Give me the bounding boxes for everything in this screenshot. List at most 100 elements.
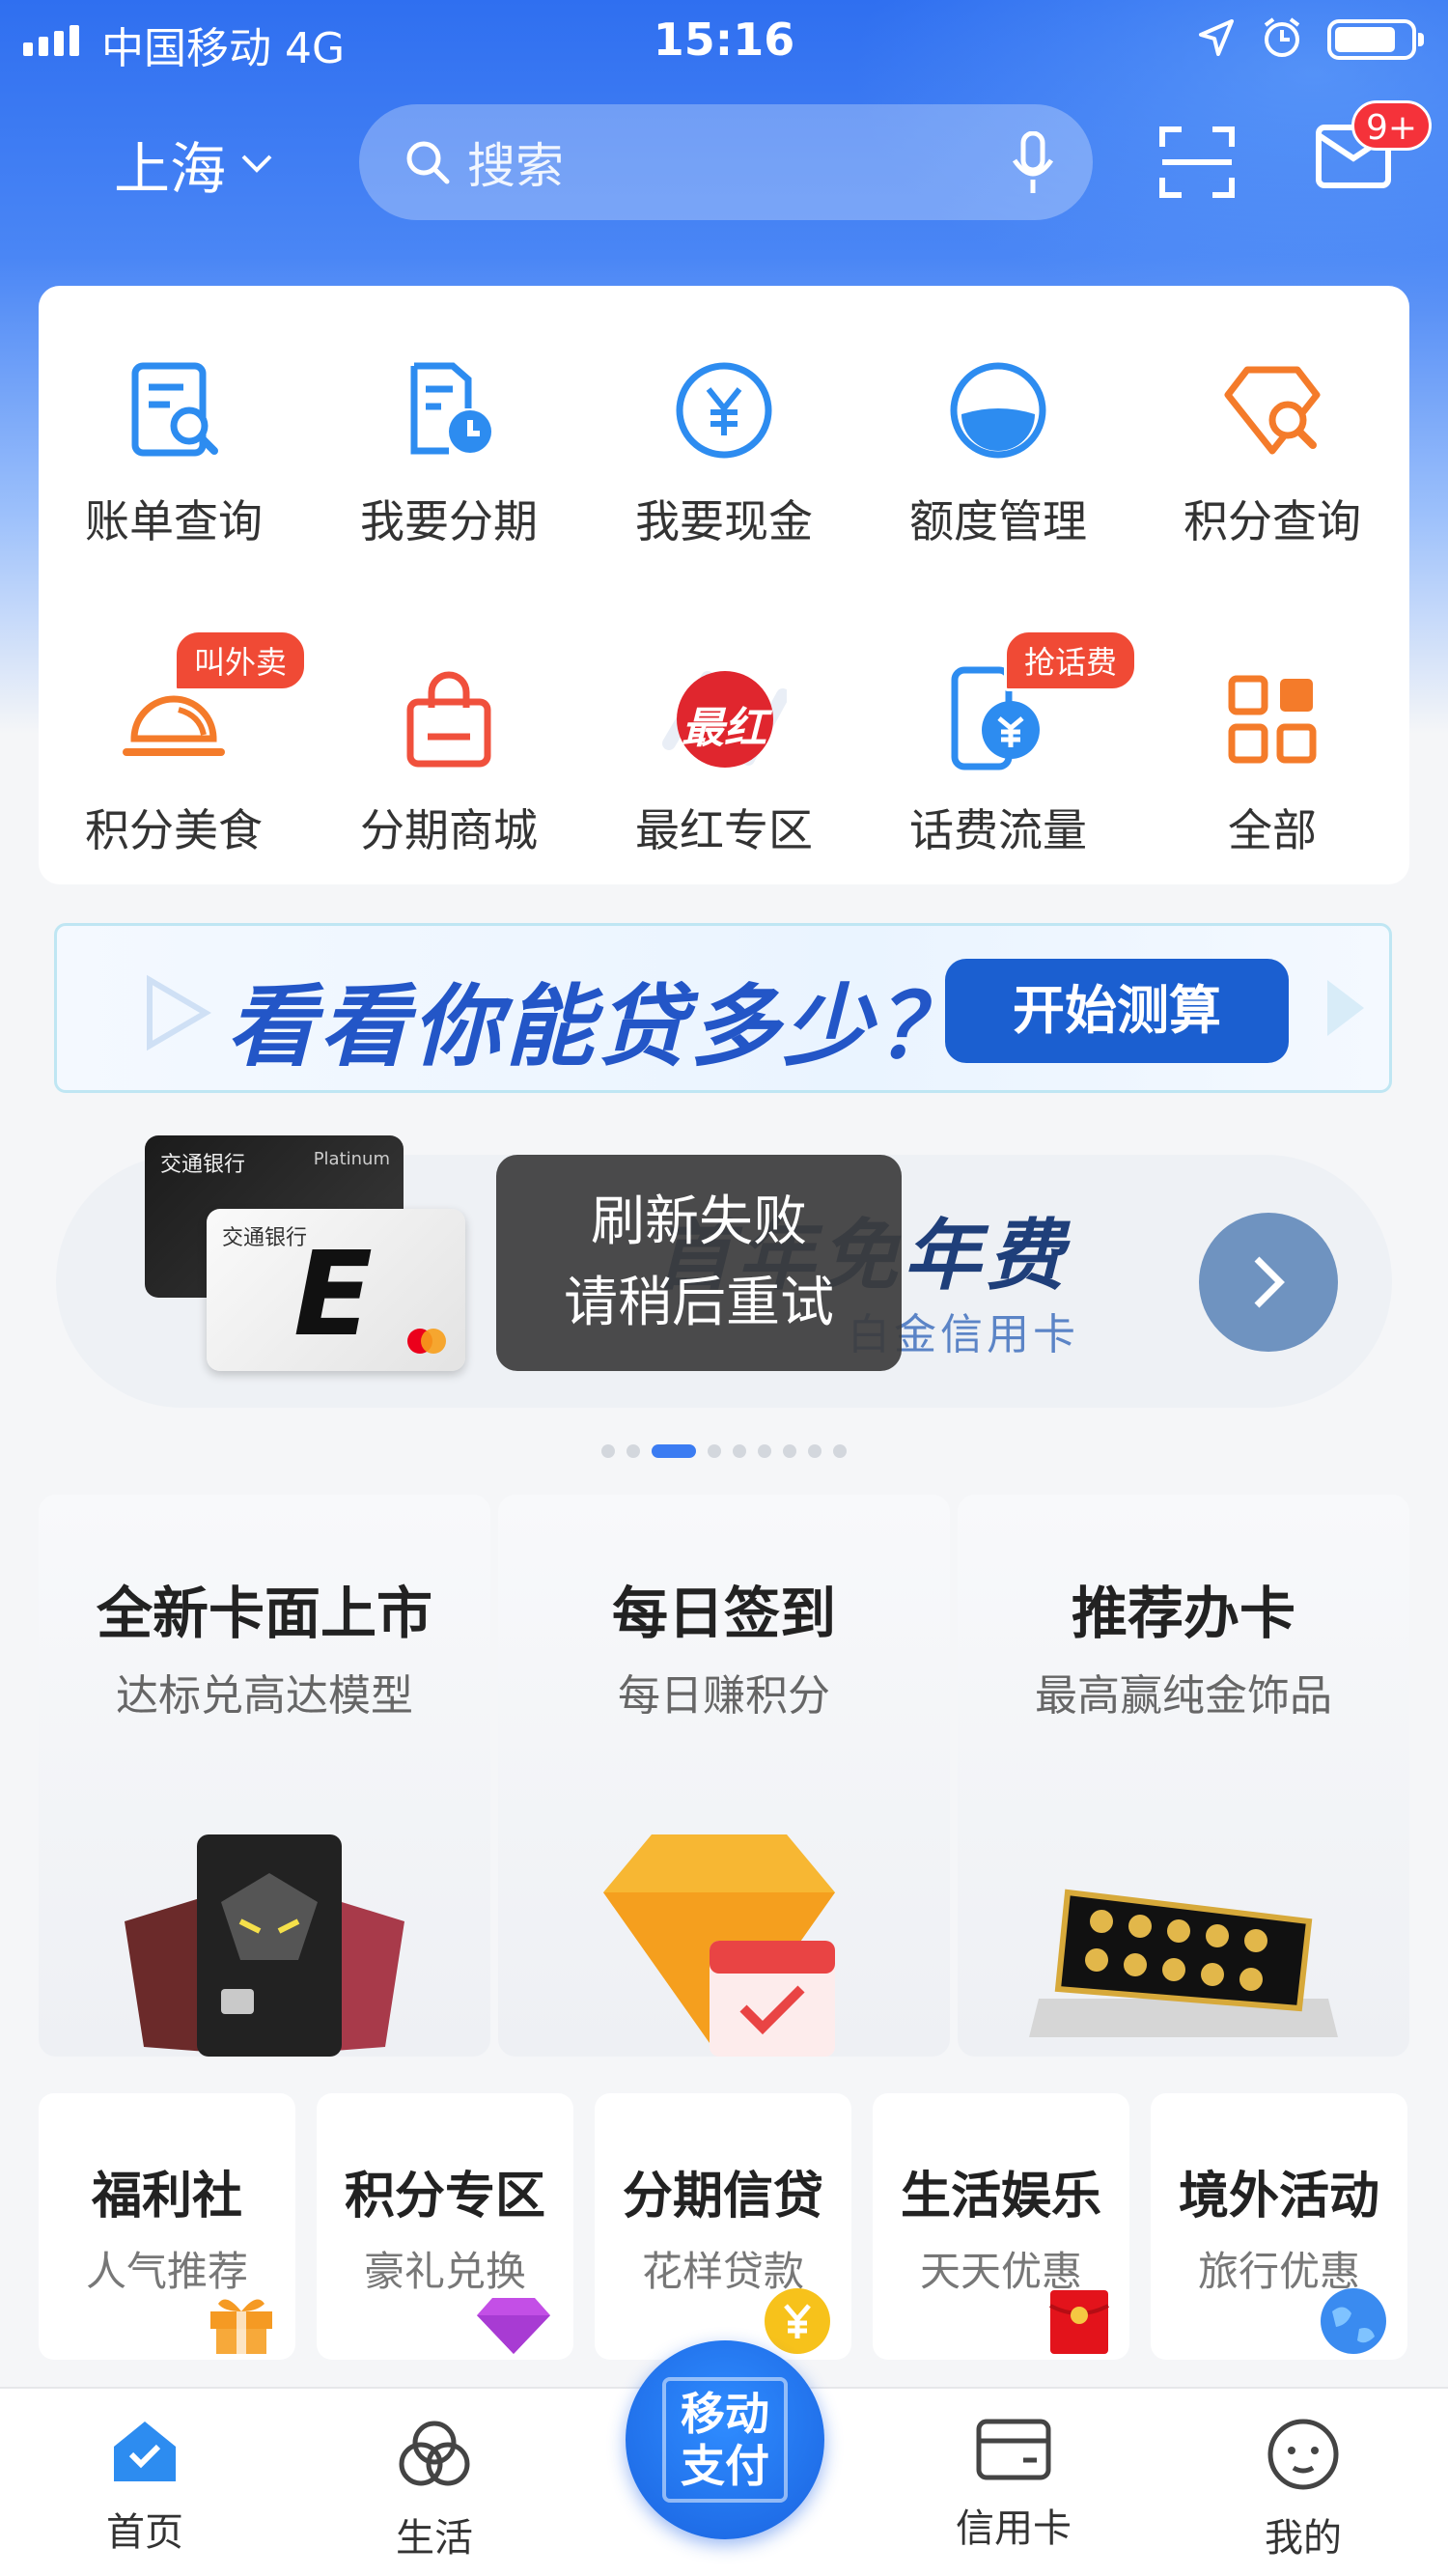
promo-subtitle: 每日赚积分	[618, 1671, 830, 1721]
grid-label: 积分美食	[85, 804, 263, 856]
loan-estimate-banner[interactable]: 看看你能贷多少？ 开始测算	[54, 923, 1392, 1093]
grid-label: 账单查询	[85, 495, 263, 547]
home-icon	[114, 2422, 176, 2481]
youth-card-image: 交通银行 E	[207, 1209, 465, 1371]
category-title: 生活娱乐	[900, 2168, 1101, 2226]
pagination-dot	[783, 1444, 796, 1458]
play-triangle-icon	[1327, 980, 1364, 1036]
tab-label: 首页	[106, 2510, 183, 2555]
tab-label: 信用卡	[956, 2506, 1072, 2551]
grid-label: 最红专区	[635, 804, 813, 856]
chevron-down-icon	[241, 154, 272, 173]
toast-line2: 请稍后重试	[564, 1272, 834, 1334]
globe-icon	[1321, 2288, 1386, 2354]
tab-label: 我的	[1265, 2516, 1342, 2561]
diamond-calendar-image	[498, 1777, 950, 2057]
pagination-dot	[627, 1444, 640, 1458]
grid-item-points-query[interactable]: 积分查询	[1147, 348, 1398, 550]
all-grid-icon	[1228, 675, 1317, 764]
grid-label: 全部	[1228, 804, 1317, 856]
yuan-coin-icon	[765, 2288, 830, 2354]
battery-icon	[1327, 19, 1424, 60]
installment-icon	[410, 362, 491, 455]
pagination-dot	[758, 1444, 771, 1458]
grid-item-zuihong[interactable]: 最红 最红专区	[599, 657, 849, 859]
gundam-cards-image	[39, 1777, 490, 2057]
promo-daily-checkin[interactable]: 每日签到 每日赚积分	[498, 1495, 950, 2057]
promo-recommend-card[interactable]: 推荐办卡 最高赢纯金饰品	[958, 1495, 1409, 2057]
gem-icon	[477, 2298, 550, 2354]
alarm-icon	[1264, 17, 1300, 57]
search-placeholder: 搜索	[467, 138, 564, 194]
microphone-icon[interactable]	[1012, 131, 1054, 195]
zuihong-icon-text: 最红	[682, 704, 766, 753]
grid-item-cash[interactable]: 我要现金	[599, 348, 849, 550]
pagination-dot	[808, 1444, 821, 1458]
gift-icon	[210, 2299, 272, 2354]
mobile-pay-button[interactable]: 移动 支付	[626, 2340, 824, 2539]
card-platinum-label: Platinum	[313, 1149, 390, 1169]
toast-line1: 刷新失败	[591, 1190, 807, 1253]
grid-label: 我要现金	[635, 495, 813, 547]
scan-icon[interactable]	[1158, 126, 1236, 199]
grid-label: 积分查询	[1183, 495, 1361, 547]
category-overseas[interactable]: 境外活动 旅行优惠	[1151, 2093, 1407, 2360]
category-subtitle: 豪礼兑换	[363, 2248, 526, 2295]
category-title: 境外活动	[1178, 2168, 1379, 2226]
tab-label: 生活	[396, 2516, 473, 2561]
user-face-icon	[1267, 2419, 1339, 2490]
search-bar[interactable]: 搜索	[359, 104, 1093, 220]
life-circles-icon	[399, 2421, 470, 2486]
start-estimate-button[interactable]: 开始测算	[945, 959, 1289, 1063]
city-label: 上海	[114, 136, 227, 202]
category-subtitle: 人气推荐	[85, 2248, 248, 2295]
grid-label: 话费流量	[909, 804, 1087, 856]
pagination-dot	[833, 1444, 847, 1458]
grid-item-all[interactable]: 全部	[1147, 657, 1398, 859]
promo-title: 全新卡面上市	[96, 1581, 432, 1646]
grid-item-installment[interactable]: 我要分期	[323, 348, 574, 550]
category-title: 分期信贷	[622, 2168, 823, 2226]
pagination-dot	[652, 1444, 696, 1458]
grid-item-credit-limit[interactable]: 额度管理	[873, 348, 1124, 550]
pagination-dot	[733, 1444, 746, 1458]
carousel-next-button[interactable]	[1199, 1213, 1338, 1352]
mail-badge: 9+	[1351, 100, 1433, 151]
gold-coins-image	[958, 1777, 1409, 2057]
tab-credit-card[interactable]: 信用卡	[917, 2418, 1110, 2553]
grid-item-installment-mall[interactable]: 分期商城	[323, 657, 574, 859]
shopping-bag-icon	[406, 671, 491, 768]
loan-banner-title: 看看你能贷多少？	[227, 975, 969, 1078]
promo-new-card-face[interactable]: 全新卡面上市 达标兑高达模型	[39, 1495, 490, 2057]
card-e-logo: E	[293, 1228, 373, 1362]
promo-subtitle: 达标兑高达模型	[116, 1671, 413, 1721]
tab-home[interactable]: 首页	[48, 2418, 241, 2557]
grid-label: 分期商城	[360, 804, 538, 856]
promo-subtitle: 最高赢纯金饰品	[1035, 1671, 1332, 1721]
status-bar: 中国移动 4G 15:16	[0, 0, 1448, 77]
bill-search-icon	[131, 362, 218, 457]
carousel-pagination	[0, 1444, 1448, 1458]
grid-item-bill-query[interactable]: 账单查询	[48, 348, 299, 550]
red-envelope-icon	[1049, 2290, 1109, 2354]
category-title: 福利社	[91, 2168, 242, 2226]
cash-yuan-icon	[676, 362, 772, 459]
tab-mine[interactable]: 我的	[1207, 2418, 1400, 2562]
category-points-zone[interactable]: 积分专区 豪礼兑换	[317, 2093, 573, 2360]
grid-label: 额度管理	[909, 495, 1087, 547]
category-life-entertainment[interactable]: 生活娱乐 天天优惠	[873, 2093, 1129, 2360]
tab-life[interactable]: 生活	[338, 2418, 531, 2562]
city-selector[interactable]: 上海	[114, 124, 274, 205]
scan-frame-icon	[662, 2377, 788, 2503]
points-search-icon	[1224, 366, 1321, 455]
category-welfare[interactable]: 福利社 人气推荐	[39, 2093, 295, 2360]
category-title: 积分专区	[344, 2168, 545, 2226]
search-icon	[406, 141, 450, 184]
phone-bill-badge: 抢话费	[1004, 630, 1138, 691]
credit-card-icon	[976, 2419, 1051, 2480]
pagination-dot	[708, 1444, 721, 1458]
refresh-failed-toast: 刷新失败 请稍后重试	[496, 1155, 902, 1371]
card-bank-name: 交通银行	[160, 1153, 246, 1177]
category-installment-loan[interactable]: 分期信贷 花样贷款	[595, 2093, 851, 2360]
food-delivery-badge: 叫外卖	[174, 630, 308, 691]
